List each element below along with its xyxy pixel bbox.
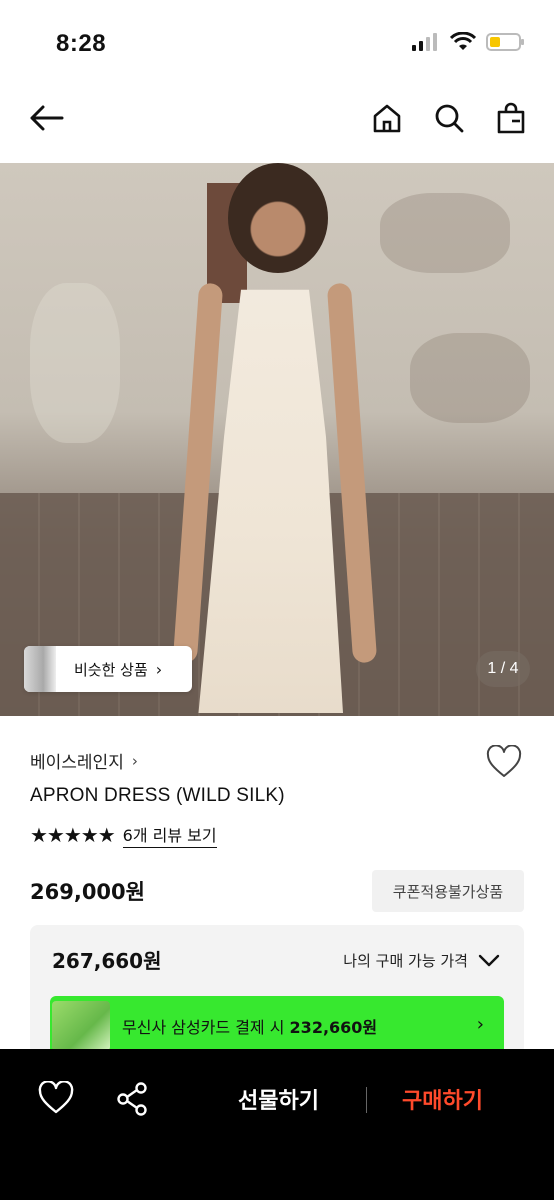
my-price-expand-button[interactable] — [476, 947, 502, 973]
wifi-icon — [450, 32, 476, 50]
brand-name: 베이스레인지 — [30, 753, 124, 773]
chevron-right-icon: › — [131, 751, 138, 770]
similar-products-button[interactable]: 비슷한 상품 › — [24, 646, 192, 692]
image-page-indicator: 1 / 4 — [476, 651, 530, 687]
bottom-like-button[interactable] — [38, 1080, 74, 1117]
product-price: 269,000원 — [30, 880, 145, 904]
chevron-right-icon: › — [476, 1014, 484, 1035]
card-promo-text: 무신사 삼성카드 결제 시 232,660원 — [122, 1018, 378, 1037]
bottom-action-bar: 선물하기 구매하기 — [0, 1049, 554, 1200]
star-rating-icon: ★★★★★ — [30, 823, 116, 847]
product-title: APRON DRESS (WILD SILK) — [30, 785, 285, 806]
top-nav-bar — [0, 80, 554, 162]
battery-icon — [486, 33, 524, 51]
search-button[interactable] — [427, 96, 471, 140]
status-time: 8:28 — [56, 30, 107, 57]
home-icon — [373, 104, 401, 133]
heart-icon — [38, 1080, 74, 1114]
chevron-down-icon — [478, 954, 500, 967]
card-promo-price: 232,660원 — [289, 1018, 378, 1037]
product-image-gallery[interactable]: 비슷한 상품 › 1 / 4 — [0, 163, 554, 716]
signal-icon — [412, 33, 437, 51]
home-button[interactable] — [365, 96, 409, 140]
like-button[interactable] — [486, 744, 522, 781]
similar-products-thumbnail — [24, 646, 56, 692]
arrow-left-icon — [30, 105, 64, 131]
buy-button[interactable]: 구매하기 — [402, 1083, 483, 1115]
gift-button[interactable]: 선물하기 — [238, 1083, 319, 1115]
heart-icon — [486, 744, 522, 777]
status-icons — [412, 32, 526, 52]
card-promo-banner[interactable]: 무신사 삼성카드 결제 시 232,660원 › — [50, 996, 504, 1056]
my-price-label: 나의 구매 가능 가격 — [343, 952, 468, 970]
review-link[interactable]: 6개 리뷰 보기 — [122, 822, 217, 848]
coupon-badge: 쿠폰적용불가상품 — [372, 870, 524, 912]
back-button[interactable] — [24, 96, 68, 140]
chevron-right-icon: › — [155, 659, 163, 679]
cart-button[interactable] — [489, 96, 533, 140]
share-icon — [117, 1082, 147, 1116]
share-button[interactable] — [114, 1081, 150, 1117]
brand-link[interactable]: 베이스레인지 › — [30, 748, 138, 774]
bottom-divider — [366, 1087, 367, 1113]
my-price-value: 267,660원 — [52, 949, 162, 973]
card-promo-image — [52, 1001, 110, 1051]
rating-row: ★★★★★ 6개 리뷰 보기 — [30, 822, 217, 848]
search-icon — [435, 104, 464, 133]
similar-products-label: 비슷한 상품 — [74, 660, 148, 679]
status-bar: 8:28 — [0, 0, 554, 80]
shopping-bag-icon — [497, 102, 525, 134]
